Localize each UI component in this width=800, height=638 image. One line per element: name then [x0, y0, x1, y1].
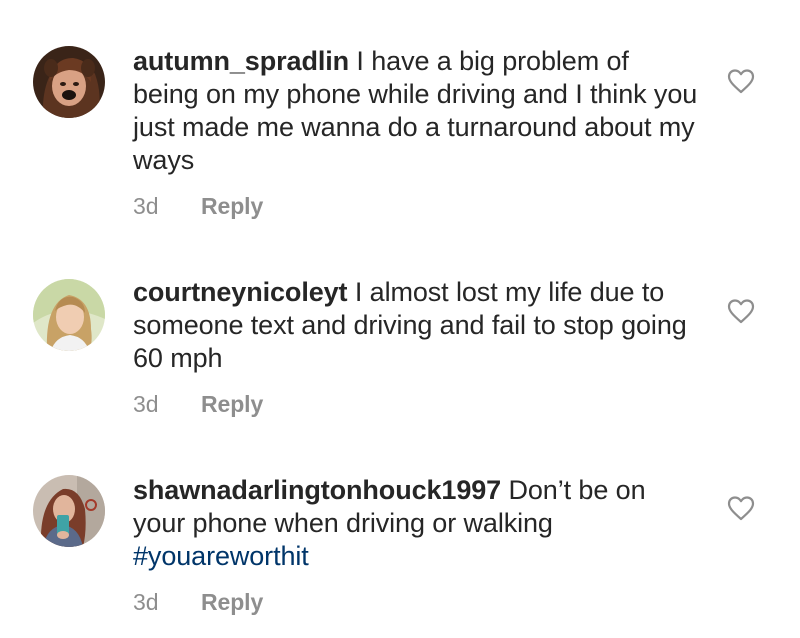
comment-meta: 3d Reply — [133, 587, 698, 617]
avatar-photo — [33, 279, 105, 351]
comment-body: shawnadarlingtonhouck1997 Don’t be on yo… — [133, 474, 698, 617]
comment-body: autumn_spradlin I have a big problem of … — [133, 45, 698, 221]
avatar-photo — [33, 46, 105, 118]
comment-timestamp: 3d — [133, 589, 159, 615]
avatar[interactable] — [33, 475, 105, 547]
hashtag-link[interactable]: #youareworthit — [133, 541, 309, 571]
like-button[interactable] — [727, 68, 755, 94]
heart-outline-icon — [727, 299, 755, 324]
comment-meta: 3d Reply — [133, 389, 698, 419]
comment-timestamp: 3d — [133, 391, 159, 417]
comment-body: courtneynicoleyt I almost lost my life d… — [133, 276, 698, 419]
avatar-photo — [33, 475, 105, 547]
heart-outline-icon — [727, 496, 755, 521]
comment-timestamp: 3d — [133, 193, 159, 219]
like-button[interactable] — [727, 495, 755, 521]
avatar[interactable] — [33, 279, 105, 351]
reply-button[interactable]: Reply — [201, 193, 263, 219]
comment-meta: 3d Reply — [133, 191, 698, 221]
reply-button[interactable]: Reply — [201, 589, 263, 615]
comment-username[interactable]: courtneynicoleyt — [133, 277, 348, 307]
like-button[interactable] — [727, 298, 755, 324]
comment-username[interactable]: autumn_spradlin — [133, 46, 349, 76]
comment-username[interactable]: shawnadarlingtonhouck1997 — [133, 475, 501, 505]
reply-button[interactable]: Reply — [201, 391, 263, 417]
heart-outline-icon — [727, 69, 755, 94]
avatar[interactable] — [33, 46, 105, 118]
